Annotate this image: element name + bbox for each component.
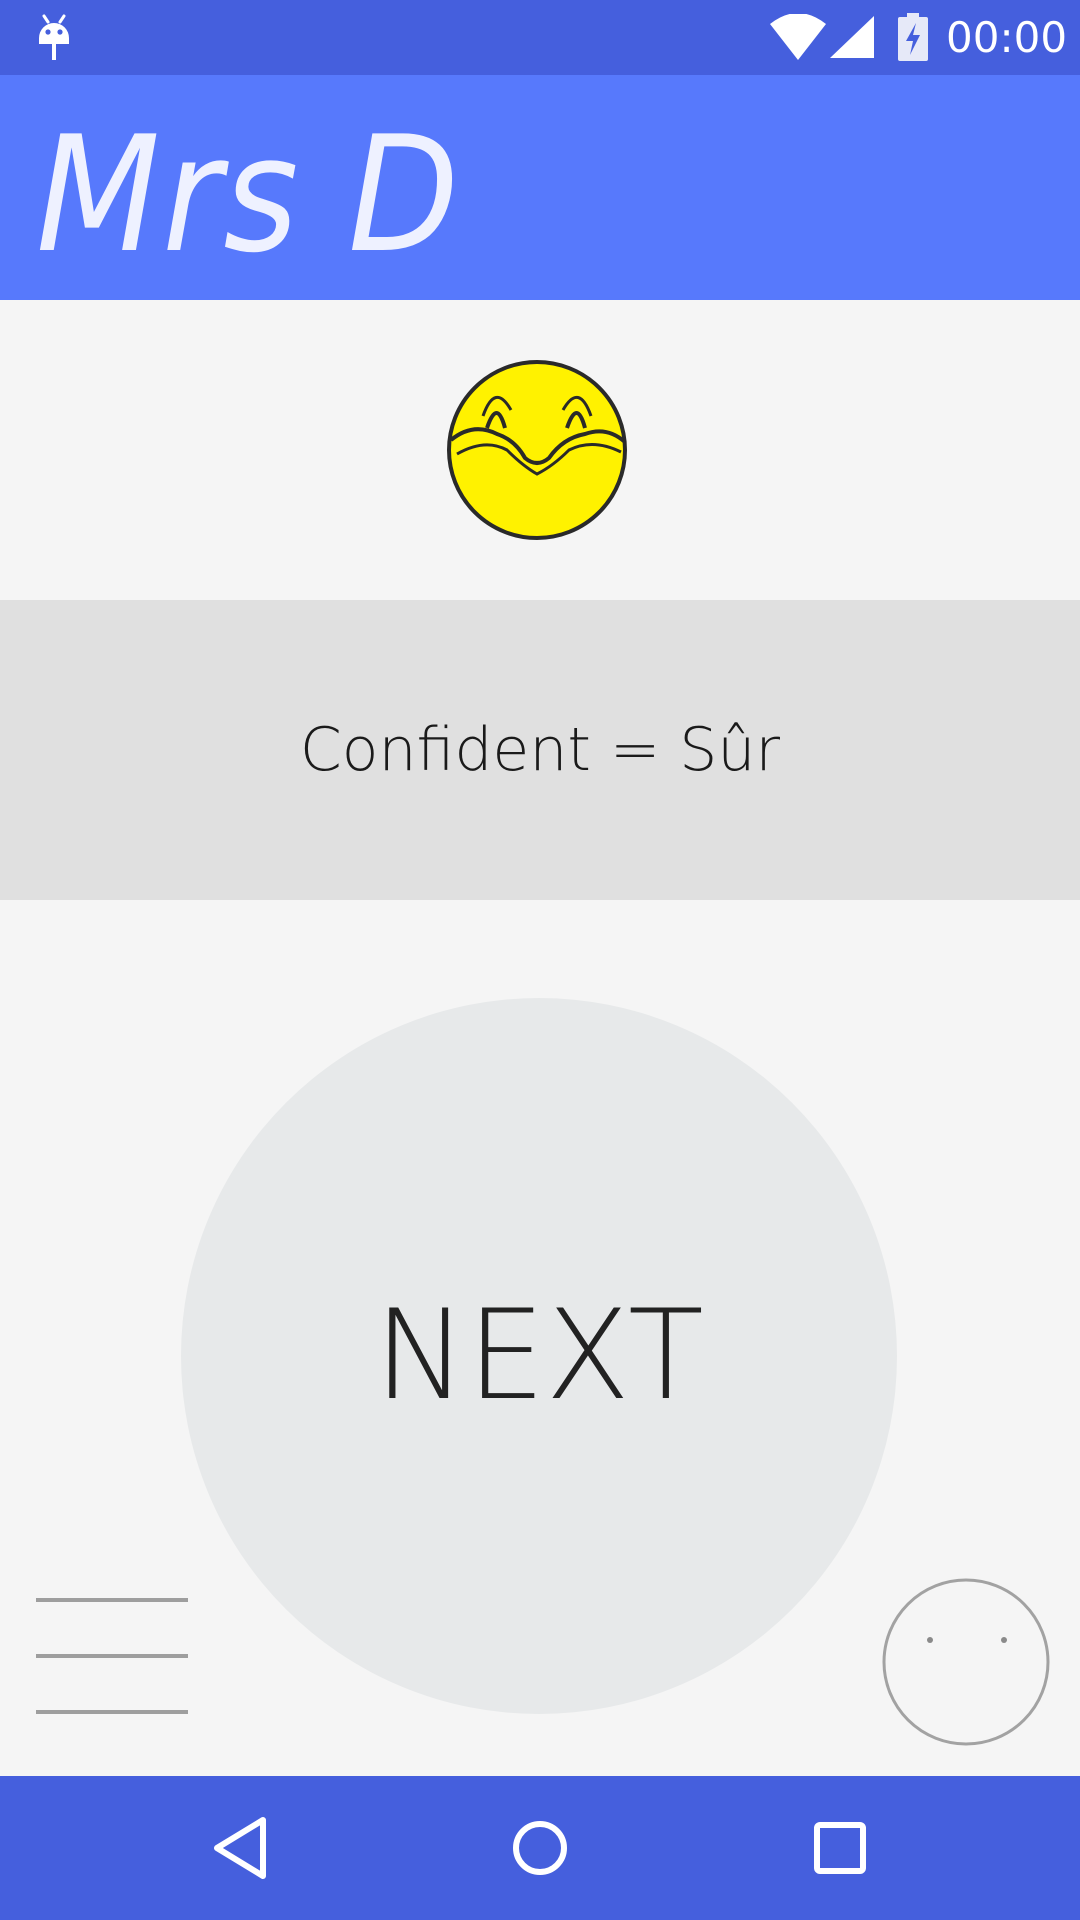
signal-icon bbox=[830, 16, 874, 58]
recents-icon bbox=[814, 1822, 866, 1874]
status-clock: 00:00 bbox=[946, 13, 1068, 62]
app-bar: Mrs D bbox=[0, 75, 1080, 300]
confident-smiley-icon bbox=[447, 360, 627, 540]
menu-line bbox=[36, 1598, 188, 1602]
emoji-area bbox=[0, 300, 1080, 600]
face-outline-icon bbox=[882, 1578, 1050, 1746]
battery-charging-icon bbox=[898, 13, 928, 61]
hamburger-menu-button[interactable] bbox=[36, 1598, 188, 1724]
menu-line bbox=[36, 1654, 188, 1658]
android-icon bbox=[39, 14, 69, 60]
wifi-icon bbox=[770, 14, 826, 60]
next-button-label: NEXT bbox=[374, 1284, 704, 1428]
phrase-text: Confident = Sûr bbox=[299, 715, 781, 785]
back-icon bbox=[214, 1817, 266, 1879]
recents-button[interactable] bbox=[804, 1812, 876, 1884]
home-button[interactable] bbox=[504, 1812, 576, 1884]
menu-line bbox=[36, 1710, 188, 1714]
back-button[interactable] bbox=[205, 1812, 277, 1884]
nav-bar bbox=[0, 1776, 1080, 1920]
next-button[interactable]: NEXT bbox=[181, 998, 897, 1714]
app-title: Mrs D bbox=[36, 101, 461, 288]
face-button[interactable] bbox=[882, 1578, 1050, 1746]
status-bar: 00:00 bbox=[0, 0, 1080, 75]
home-icon bbox=[513, 1821, 567, 1875]
phrase-band: Confident = Sûr bbox=[0, 600, 1080, 900]
